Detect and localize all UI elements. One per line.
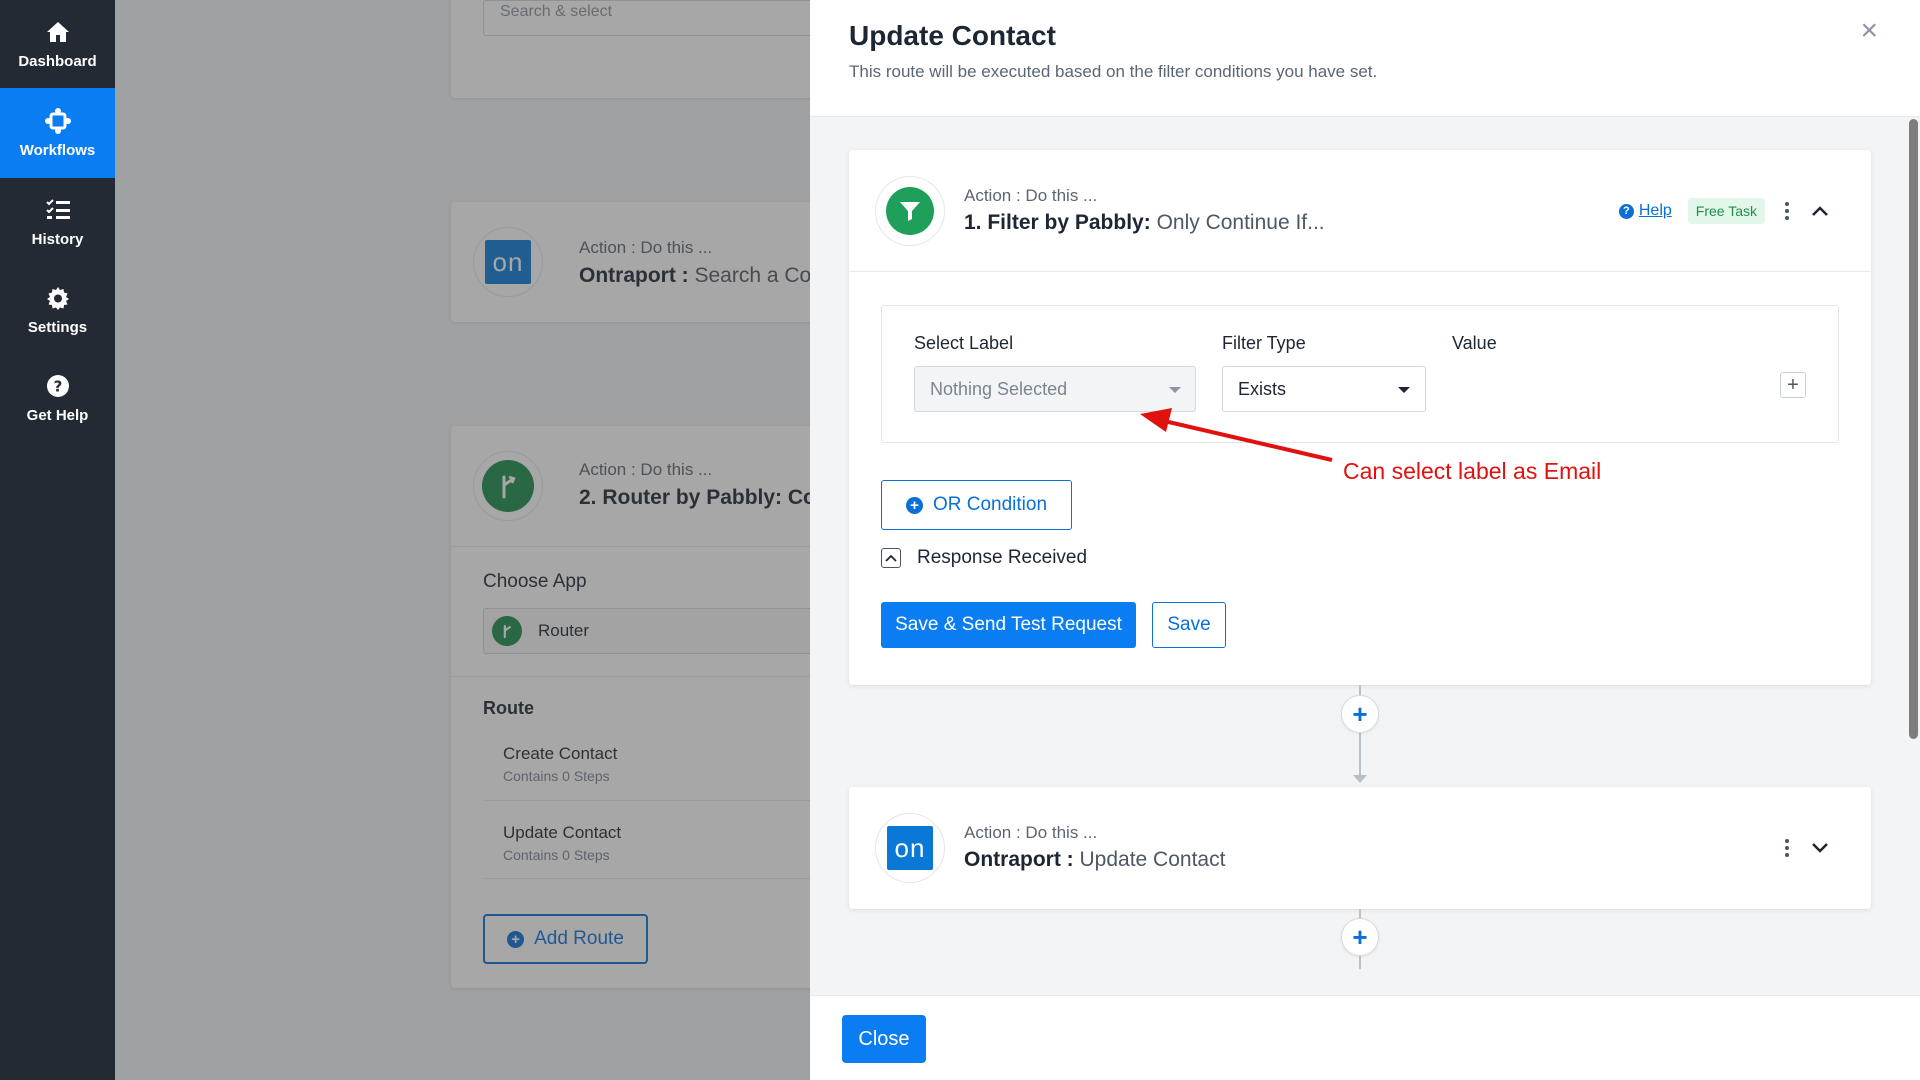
- panel-body: Action : Do this ... 1. Filter by Pabbly…: [810, 117, 1920, 995]
- panel-title: Update Contact: [849, 20, 1056, 51]
- select-label-dropdown[interactable]: Nothing Selected: [914, 366, 1196, 412]
- sidebar-item-label: Workflows: [19, 142, 96, 159]
- sidebar-item-label: Dashboard: [18, 53, 97, 70]
- filter-step-card: Action : Do this ... 1. Filter by Pabbly…: [849, 150, 1871, 685]
- step-subtitle: Action : Do this ...: [964, 186, 1098, 205]
- ontraport-update-step-card[interactable]: on Action : Do this ... Ontraport : Upda…: [849, 787, 1871, 909]
- more-options-icon[interactable]: [1781, 839, 1793, 857]
- annotation-text: Can select label as Email: [1343, 458, 1602, 484]
- help-icon: ?: [1618, 203, 1634, 219]
- filter-step-header[interactable]: Action : Do this ... 1. Filter by Pabbly…: [849, 150, 1871, 272]
- update-contact-panel: Update Contact This route will be execut…: [810, 0, 1920, 1080]
- select-label-header: Select Label: [914, 333, 1014, 353]
- sidebar-item-dashboard[interactable]: Dashboard: [0, 0, 115, 88]
- sidebar: Dashboard Workflows History Settings ? G…: [0, 0, 115, 1080]
- value-header: Value: [1452, 333, 1497, 353]
- add-step-button[interactable]: +: [1341, 695, 1379, 733]
- list-icon: [44, 196, 72, 224]
- or-condition-button[interactable]: + OR Condition: [881, 480, 1072, 530]
- chevron-down-icon: [1398, 387, 1410, 393]
- step-header-actions: [1781, 837, 1831, 859]
- panel-header: Update Contact This route will be execut…: [810, 0, 1920, 117]
- panel-scrollbar[interactable]: [1908, 117, 1920, 995]
- ontraport-logo: on: [875, 813, 945, 883]
- panel-subtitle: This route will be executed based on the…: [849, 62, 1378, 81]
- close-icon[interactable]: ×: [1860, 16, 1878, 46]
- add-condition-button[interactable]: +: [1780, 372, 1806, 398]
- add-step-button[interactable]: +: [1341, 918, 1379, 956]
- filter-type-header: Filter Type: [1222, 333, 1306, 353]
- filter-icon: [886, 187, 934, 235]
- sidebar-item-settings[interactable]: Settings: [0, 266, 115, 354]
- free-task-badge: Free Task: [1687, 198, 1765, 224]
- sidebar-item-label: Get Help: [26, 407, 89, 424]
- save-button[interactable]: Save: [1152, 602, 1226, 648]
- help-link[interactable]: ? Help: [1618, 202, 1672, 220]
- workflow-icon: [44, 107, 72, 135]
- sidebar-item-label: Settings: [27, 319, 88, 336]
- panel-footer: Close: [810, 995, 1920, 1080]
- step-connector: [1359, 737, 1361, 775]
- filter-logo: [875, 176, 945, 246]
- scroll-thumb[interactable]: [1909, 119, 1918, 739]
- chevron-down-icon: [1169, 387, 1181, 393]
- close-button[interactable]: Close: [842, 1015, 926, 1063]
- plus-circle-icon: +: [905, 496, 923, 514]
- filter-condition-row: Select Label Filter Type Value Nothing S…: [881, 305, 1839, 443]
- question-icon: ?: [44, 372, 72, 400]
- more-options-icon[interactable]: [1781, 202, 1793, 220]
- step-title: 1. Filter by Pabbly: Only Continue If...: [964, 211, 1325, 234]
- step-subtitle: Action : Do this ...: [964, 823, 1098, 842]
- connector-arrow: [1353, 775, 1367, 783]
- home-icon: [44, 18, 72, 46]
- step-title: Ontraport : Update Contact: [964, 848, 1226, 871]
- sidebar-item-label: History: [31, 231, 84, 248]
- chevron-up-icon[interactable]: [1809, 200, 1831, 222]
- response-received-toggle[interactable]: Response Received: [881, 547, 1087, 569]
- gear-icon: [44, 284, 72, 312]
- step-header-actions: ? Help Free Task: [1618, 198, 1831, 224]
- chevron-down-icon[interactable]: [1809, 837, 1831, 859]
- save-send-test-button[interactable]: Save & Send Test Request: [881, 602, 1136, 648]
- sidebar-item-get-help[interactable]: ? Get Help: [0, 354, 115, 442]
- filter-type-dropdown[interactable]: Exists: [1222, 366, 1426, 412]
- modal-backdrop[interactable]: [115, 0, 810, 1080]
- sidebar-item-workflows[interactable]: Workflows: [0, 88, 115, 178]
- svg-text:?: ?: [53, 378, 62, 396]
- chevron-up-icon: [881, 548, 901, 568]
- sidebar-item-history[interactable]: History: [0, 178, 115, 266]
